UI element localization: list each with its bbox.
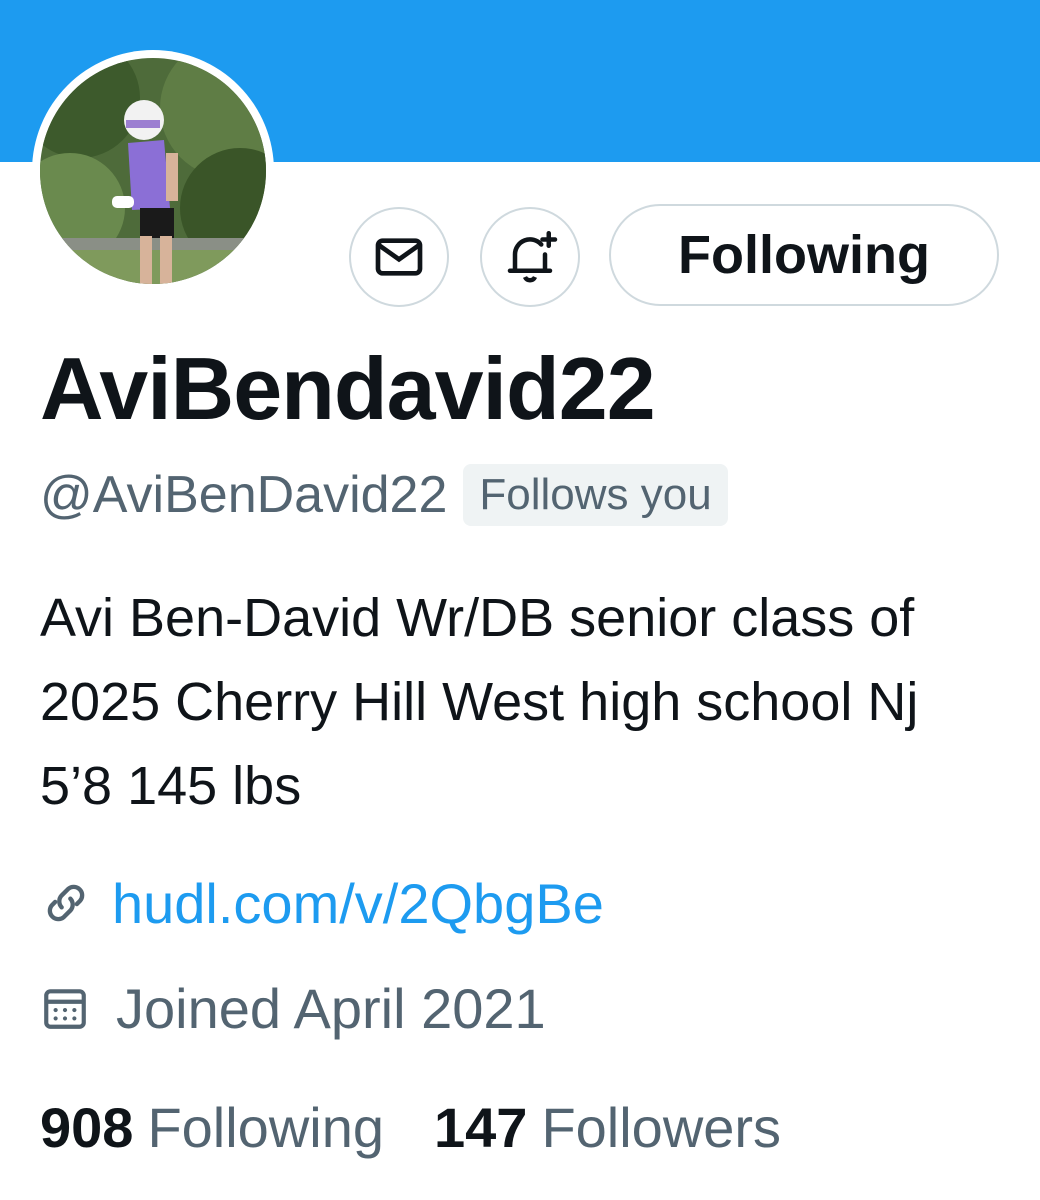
profile-page: Following AviBendavid22 @AviBenDavid22 F… <box>0 0 1040 1200</box>
user-handle: @AviBenDavid22 <box>40 466 448 524</box>
followers-count: 147 <box>434 1095 528 1159</box>
avatar-photo <box>40 58 266 284</box>
following-button-label: Following <box>678 225 930 285</box>
handle-row: @AviBenDavid22 Follows you <box>40 460 728 530</box>
link-icon <box>47 884 85 922</box>
avatar[interactable] <box>32 50 274 292</box>
calendar-icon <box>44 989 86 1029</box>
bell-plus-icon <box>507 231 558 283</box>
joined-row: Joined April 2021 <box>40 972 546 1044</box>
follow-stats: 908 Following 147 Followers <box>40 1090 781 1164</box>
notifications-button[interactable] <box>480 207 580 307</box>
following-count: 908 <box>40 1095 134 1159</box>
followers-label: Followers <box>541 1095 782 1159</box>
website-row: hudl.com/v/2QbgBe <box>40 868 604 938</box>
following-button[interactable]: Following <box>609 204 999 306</box>
avatar-image <box>40 58 266 284</box>
following-stat[interactable]: 908 Following <box>40 1095 384 1160</box>
joined-date: Joined April 2021 <box>116 976 546 1040</box>
mail-icon <box>375 238 423 276</box>
following-label: Following <box>147 1095 384 1159</box>
profile-bio: Avi Ben-David Wr/DB senior class of 2025… <box>40 588 919 816</box>
followers-stat[interactable]: 147 Followers <box>434 1095 781 1160</box>
display-name: AviBendavid22 <box>40 339 656 438</box>
follows-you-badge: Follows you <box>463 464 728 526</box>
message-button[interactable] <box>349 207 449 307</box>
website-link[interactable]: hudl.com/v/2QbgBe <box>112 871 604 936</box>
